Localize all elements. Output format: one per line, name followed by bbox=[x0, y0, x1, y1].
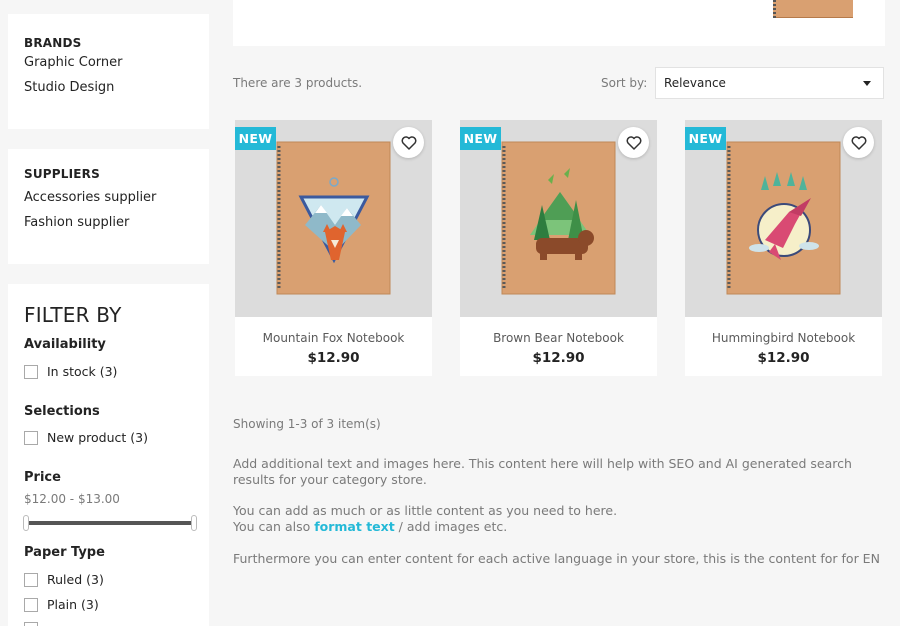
product-price: $12.90 bbox=[757, 350, 810, 366]
brands-block: BRANDS Graphic Corner Studio Design bbox=[8, 14, 209, 129]
description-line: You can also format text / add images et… bbox=[233, 519, 888, 535]
category-header-card bbox=[233, 0, 885, 46]
ruled-filter[interactable]: Ruled (3) bbox=[24, 572, 104, 587]
availability-facet-title: Availability bbox=[24, 337, 106, 352]
product-name[interactable]: Brown Bear Notebook bbox=[460, 331, 657, 345]
description-text: / add images etc. bbox=[394, 519, 508, 534]
format-text-link[interactable]: format text bbox=[314, 519, 394, 534]
description-line: You can add as much or as little content… bbox=[233, 503, 618, 518]
product-price: $12.90 bbox=[307, 350, 360, 366]
wishlist-button[interactable] bbox=[843, 127, 874, 158]
price-range-label: $12.00 - $13.00 bbox=[24, 492, 120, 506]
product-price: $12.90 bbox=[532, 350, 585, 366]
new-badge: NEW bbox=[460, 127, 501, 150]
wishlist-button[interactable] bbox=[393, 127, 424, 158]
product-card[interactable]: NEW Hummingbird Notebook $12.90 bbox=[685, 120, 882, 376]
brand-link[interactable]: Graphic Corner bbox=[24, 55, 123, 70]
product-name[interactable]: Hummingbird Notebook bbox=[685, 331, 882, 345]
checkbox[interactable] bbox=[24, 622, 38, 626]
filter-option-label: In stock (3) bbox=[47, 364, 118, 379]
description-text: You can also bbox=[233, 519, 315, 534]
checkbox[interactable] bbox=[24, 572, 38, 587]
filter-by-title: FILTER BY bbox=[24, 303, 122, 327]
price-slider-max-handle[interactable] bbox=[191, 515, 197, 531]
product-card[interactable]: NEW Mountain Fox Notebook $12.90 bbox=[235, 120, 432, 376]
suppliers-title: SUPPLIERS bbox=[24, 167, 100, 181]
product-count: There are 3 products. bbox=[233, 76, 363, 90]
new-badge: NEW bbox=[685, 127, 726, 150]
plain-filter[interactable]: Plain (3) bbox=[24, 597, 99, 612]
sort-label: Sort by: bbox=[601, 76, 648, 90]
wishlist-button[interactable] bbox=[618, 127, 649, 158]
more-filter-option[interactable] bbox=[24, 622, 47, 626]
sort-dropdown[interactable]: Relevance bbox=[655, 67, 884, 99]
sort-value: Relevance bbox=[664, 76, 726, 90]
notebook-spiral bbox=[773, 0, 776, 18]
caret-down-icon bbox=[863, 81, 871, 86]
filter-option-label: Ruled (3) bbox=[47, 572, 104, 587]
price-slider-min-handle[interactable] bbox=[23, 515, 29, 531]
heart-outline-icon bbox=[401, 135, 416, 150]
filter-option-label: Plain (3) bbox=[47, 597, 99, 612]
paper-type-facet-title: Paper Type bbox=[24, 545, 105, 560]
new-product-filter[interactable]: New product (3) bbox=[24, 430, 148, 445]
heart-outline-icon bbox=[626, 135, 641, 150]
category-description-p3: Furthermore you can enter content for ea… bbox=[233, 551, 880, 566]
filters-block: FILTER BY Availability In stock (3) Sele… bbox=[8, 284, 209, 626]
price-slider-track[interactable] bbox=[26, 521, 194, 525]
supplier-link[interactable]: Fashion supplier bbox=[24, 215, 129, 230]
in-stock-filter[interactable]: In stock (3) bbox=[24, 364, 117, 379]
product-card[interactable]: NEW Brown Bear Notebook $12.90 bbox=[460, 120, 657, 376]
brands-title: BRANDS bbox=[24, 36, 82, 50]
filter-option-label: New product (3) bbox=[47, 430, 148, 445]
supplier-link[interactable]: Accessories supplier bbox=[24, 190, 156, 205]
notebook-thumbnail bbox=[773, 0, 853, 18]
brand-link[interactable]: Studio Design bbox=[24, 80, 114, 95]
selections-facet-title: Selections bbox=[24, 404, 100, 419]
price-facet-title: Price bbox=[24, 470, 61, 485]
checkbox[interactable] bbox=[24, 364, 38, 379]
heart-outline-icon bbox=[851, 135, 866, 150]
suppliers-block: SUPPLIERS Accessories supplier Fashion s… bbox=[8, 149, 209, 264]
checkbox[interactable] bbox=[24, 430, 38, 445]
checkbox[interactable] bbox=[24, 597, 38, 612]
pagination-summary: Showing 1-3 of 3 item(s) bbox=[233, 417, 381, 431]
product-name[interactable]: Mountain Fox Notebook bbox=[235, 331, 432, 345]
category-description-p1: Add additional text and images here. Thi… bbox=[233, 456, 852, 487]
new-badge: NEW bbox=[235, 127, 276, 150]
category-description-p2: You can add as much or as little content… bbox=[233, 503, 888, 535]
